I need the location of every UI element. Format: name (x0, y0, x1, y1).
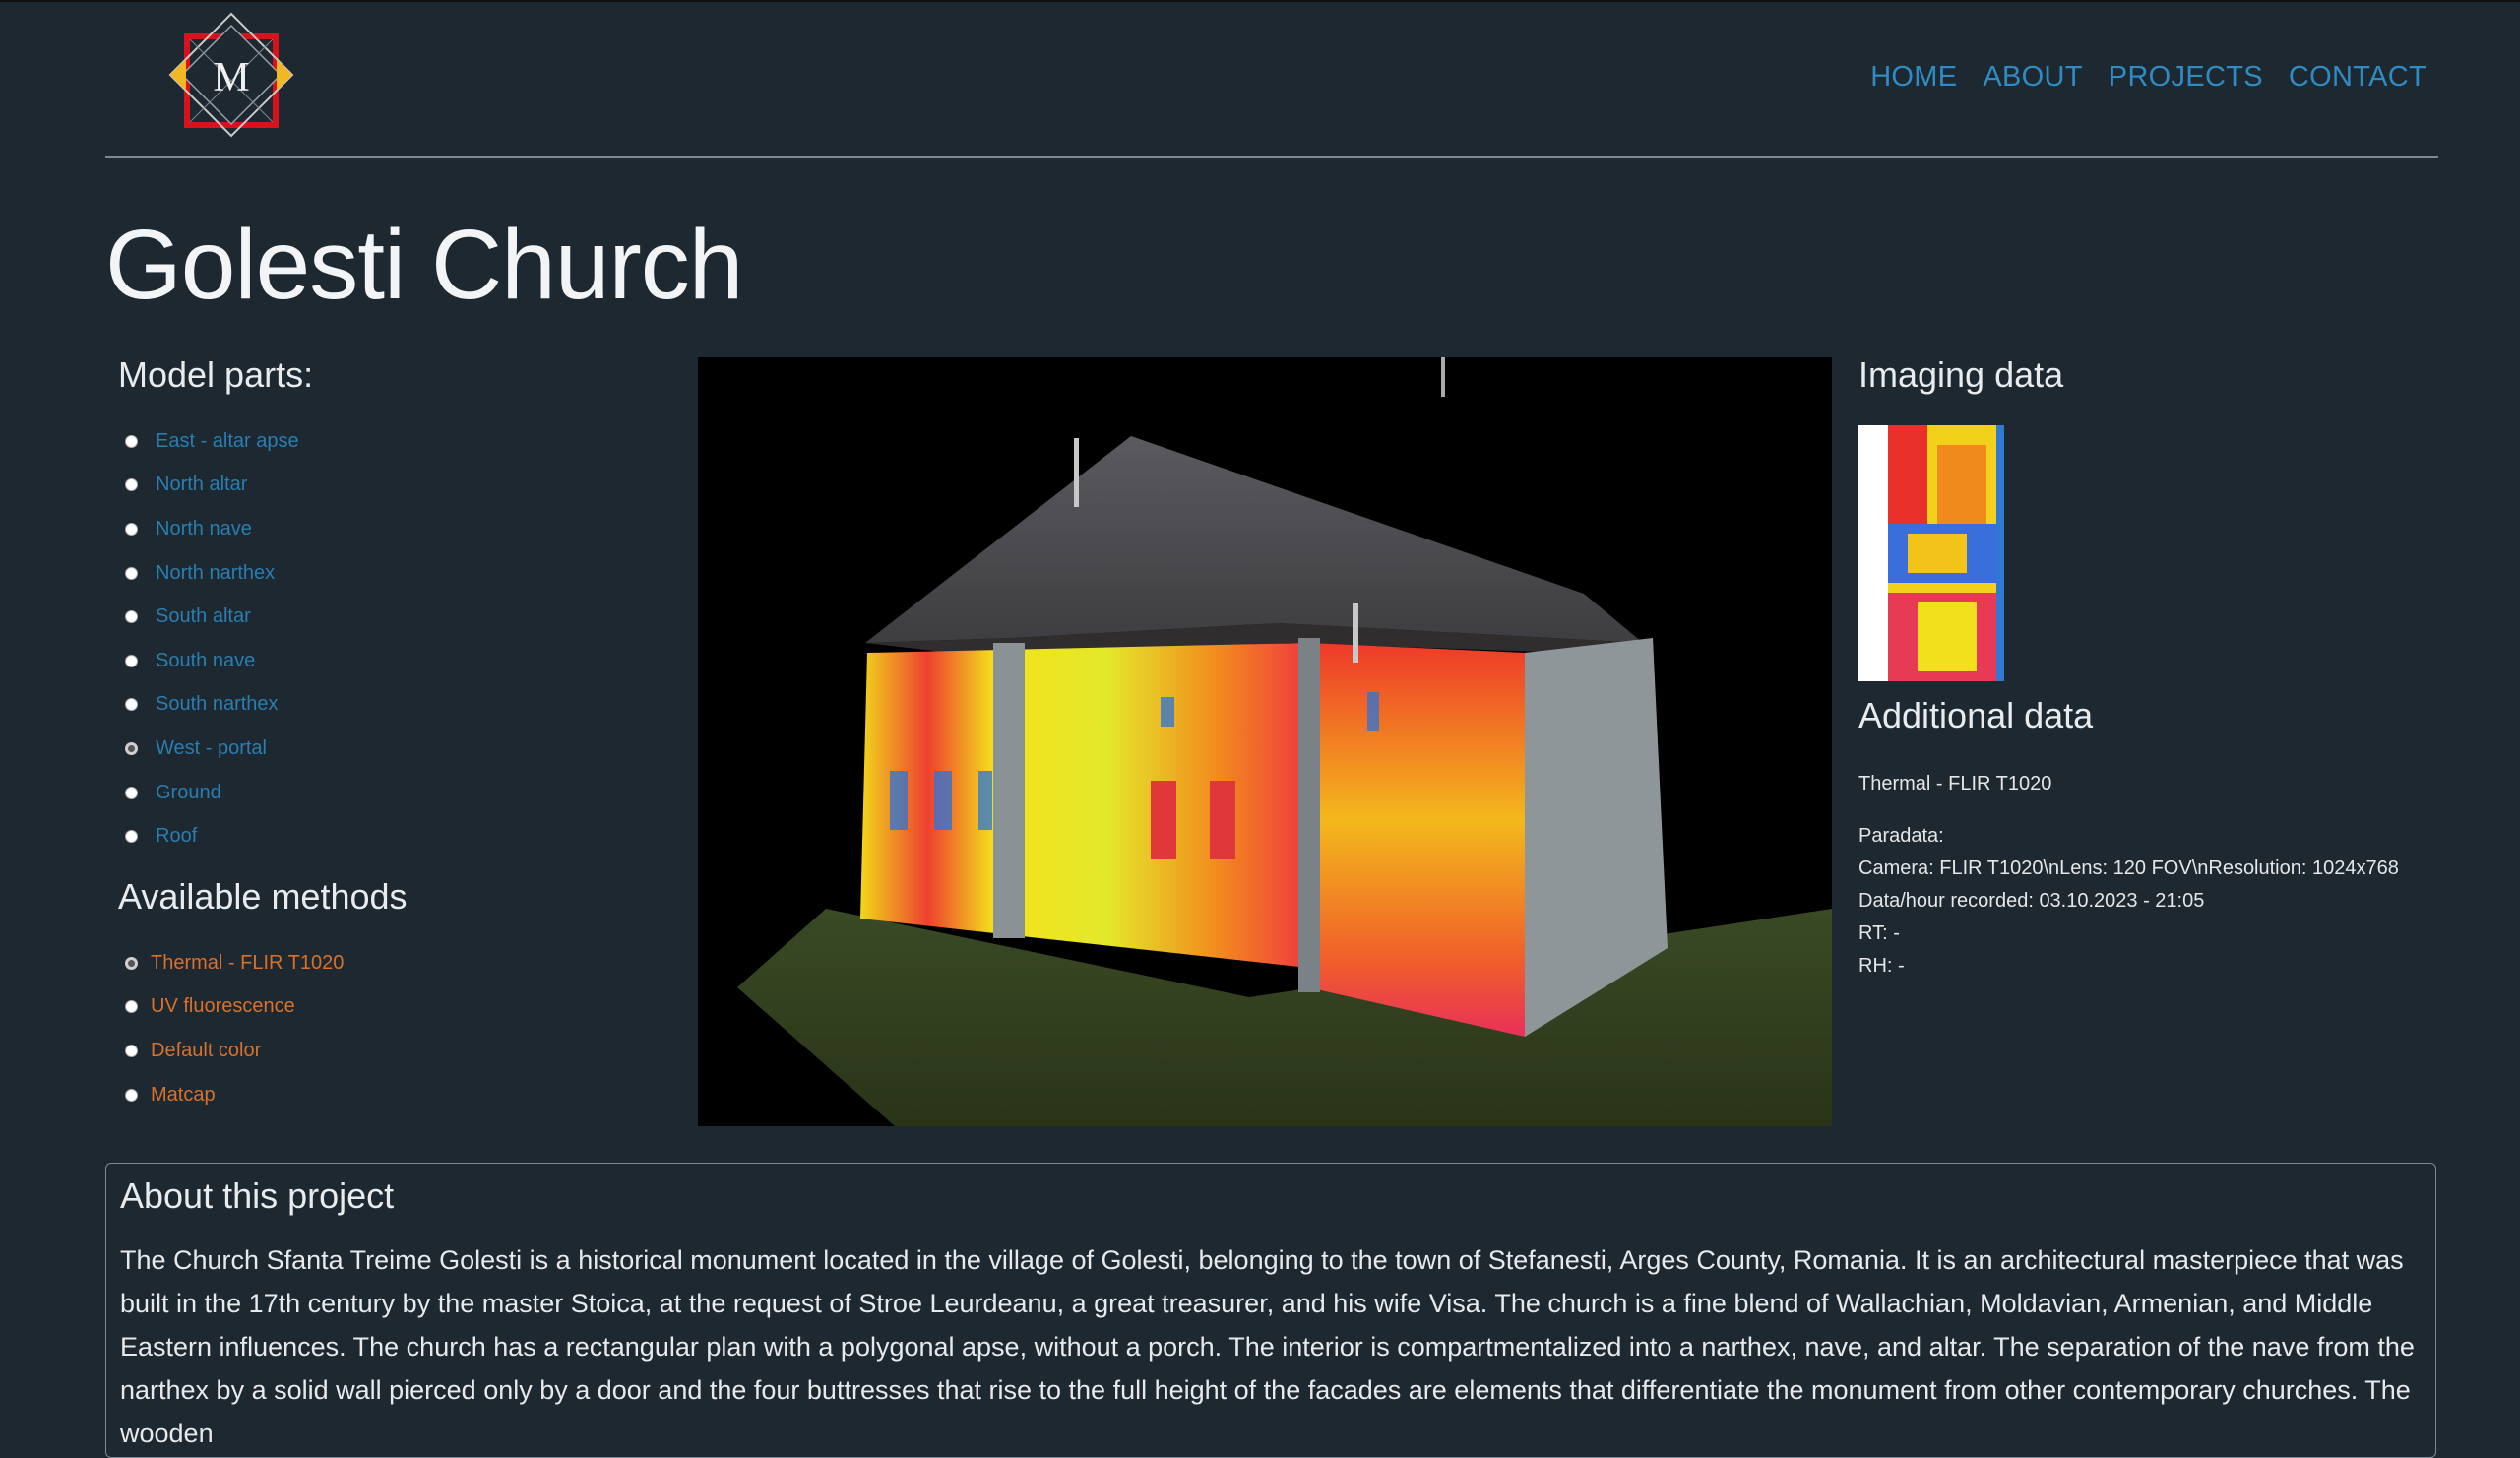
radio-button[interactable] (125, 654, 138, 667)
model-part-label[interactable]: West - portal (156, 737, 267, 760)
church-model-render (737, 357, 1832, 1126)
radio-button[interactable] (125, 478, 138, 492)
methods-list: Thermal - FLIR T1020 UV fluorescence Defau… (118, 941, 669, 1116)
model-part-item[interactable]: North narthex (118, 551, 669, 596)
model-parts-title: Model parts: (118, 354, 314, 395)
model-part-item[interactable]: North altar (118, 464, 669, 508)
model-part-item[interactable]: Roof (118, 814, 669, 858)
about-title: About this project (120, 1175, 395, 1216)
nav-projects[interactable]: PROJECTS (2109, 61, 2263, 94)
camera-info: Camera: FLIR T1020\nLens: 120 FOV\nResol… (1858, 857, 2399, 879)
method-item[interactable]: UV fluorescence (118, 985, 669, 1030)
model-part-item[interactable]: West - portal (118, 727, 669, 771)
about-project-card: About this project The Church Sfanta Tre… (105, 1163, 2436, 1458)
radio-button[interactable] (125, 566, 138, 580)
radio-button[interactable] (125, 610, 138, 624)
model-part-label[interactable]: Ground (156, 782, 221, 804)
method-item[interactable]: Thermal - FLIR T1020 (118, 941, 669, 985)
logo-icon: M (168, 12, 294, 138)
recorded-info: Data/hour recorded: 03.10.2023 - 21:05 (1858, 890, 2205, 912)
radio-button[interactable] (125, 698, 138, 712)
model-part-label[interactable]: Roof (156, 825, 197, 848)
model-part-label[interactable]: East - altar apse (156, 430, 299, 453)
page-title: Golesti Church (105, 210, 743, 320)
model-part-item[interactable]: South altar (118, 595, 669, 639)
imaging-info: Thermal - FLIR T1020 Paradata: Camera: F… (1858, 768, 2488, 983)
methods-title: Available methods (118, 875, 408, 917)
3d-model-viewer[interactable] (698, 357, 1832, 1126)
model-part-label[interactable]: North altar (156, 474, 247, 496)
thermal-image (1858, 425, 2004, 681)
radio-button[interactable] (125, 830, 138, 844)
model-part-label[interactable]: South narthex (156, 693, 279, 716)
model-part-item[interactable]: East - altar apse (118, 419, 669, 464)
rh-info: RH: - (1858, 955, 1905, 977)
model-parts-list: East - altar apse North altar North nave No… (118, 419, 669, 858)
method-label[interactable]: Matcap (151, 1084, 216, 1107)
paradata-label: Paradata: (1858, 825, 1944, 847)
radio-button[interactable] (125, 1000, 138, 1014)
nav-home[interactable]: HOME (1870, 61, 1957, 94)
imaging-data-title: Imaging data (1858, 354, 2064, 395)
method-label[interactable]: Thermal - FLIR T1020 (151, 952, 344, 975)
radio-button[interactable] (125, 522, 138, 536)
thermal-image-thumbnail[interactable] (1858, 425, 2004, 681)
model-part-item[interactable]: South nave (118, 639, 669, 683)
method-label[interactable]: UV fluorescence (151, 995, 295, 1018)
rt-info: RT: - (1858, 922, 1900, 944)
model-part-label[interactable]: North narthex (156, 562, 275, 585)
model-part-label[interactable]: South nave (156, 650, 255, 672)
controls-panel: Model parts: East - altar apse North alta… (118, 354, 669, 1116)
method-name: Thermal - FLIR T1020 (1858, 773, 2052, 794)
nav-about[interactable]: ABOUT (1983, 61, 2082, 94)
model-part-item[interactable]: North nave (118, 507, 669, 551)
svg-text:M: M (213, 55, 249, 100)
radio-button[interactable] (125, 956, 138, 970)
method-item[interactable]: Matcap (118, 1073, 669, 1117)
about-text: The Church Sfanta Treime Golesti is a hi… (120, 1245, 2415, 1448)
model-part-label[interactable]: South altar (156, 605, 251, 628)
model-part-label[interactable]: North nave (156, 518, 252, 540)
imaging-panel: Imaging data Additional data Thermal - F… (1858, 354, 2488, 983)
site-logo[interactable]: M (168, 12, 296, 140)
nav-contact[interactable]: CONTACT (2289, 61, 2426, 94)
additional-data-title: Additional data (1858, 695, 2094, 735)
radio-button[interactable] (125, 786, 138, 799)
main-nav: HOME ABOUT PROJECTS CONTACT (1870, 61, 2426, 94)
radio-button[interactable] (125, 741, 138, 755)
site-header: M HOME ABOUT PROJECTS CONTACT (105, 0, 2438, 158)
method-item[interactable]: Default color (118, 1029, 669, 1073)
radio-button[interactable] (125, 1088, 138, 1102)
radio-button[interactable] (125, 434, 138, 448)
model-part-item[interactable]: South narthex (118, 683, 669, 728)
model-part-item[interactable]: Ground (118, 771, 669, 815)
method-label[interactable]: Default color (151, 1040, 261, 1062)
radio-button[interactable] (125, 1044, 138, 1057)
